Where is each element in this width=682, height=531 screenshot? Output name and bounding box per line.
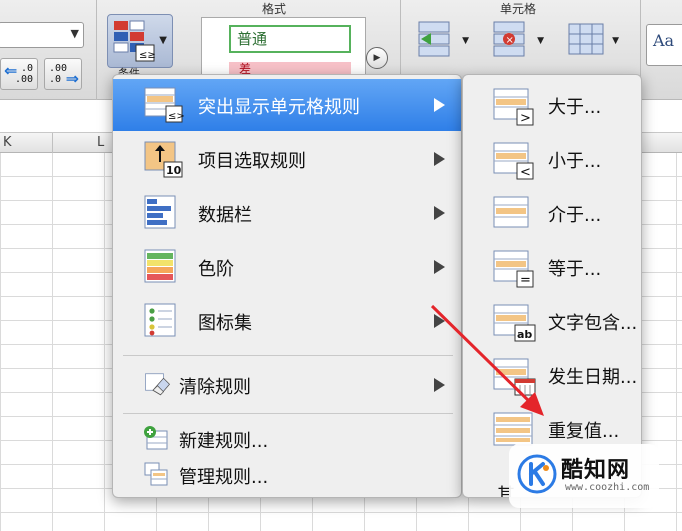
chevron-down-icon: ▼ xyxy=(537,36,544,46)
decimal-top: .0 xyxy=(20,63,33,74)
equal-to-icon: = xyxy=(493,250,534,288)
style-normal[interactable]: 普通 xyxy=(229,25,351,53)
watermark: 酷知网 www.coozhi.com xyxy=(509,444,659,508)
column-header-l[interactable]: L xyxy=(97,135,104,150)
submenu-item-between[interactable]: 介于... xyxy=(463,187,641,239)
submenu-item-label: 发生日期... xyxy=(548,367,638,388)
menu-item-label: 色阶 xyxy=(198,259,234,280)
menu-item-label: 项目选取规则 xyxy=(198,151,306,172)
highlight-cells-submenu: > 大于... < 小于... 介于... = 等于... ab 文字包含...… xyxy=(462,74,642,498)
text-contains-icon: ab xyxy=(493,304,536,342)
submenu-item-date-occurring[interactable]: 发生日期... xyxy=(463,349,641,401)
svg-text:≤≥: ≤≥ xyxy=(139,50,156,61)
menu-item-new-rule[interactable]: 新建规则... xyxy=(113,419,461,457)
between-icon xyxy=(493,196,529,228)
submenu-item-label: 小于... xyxy=(548,151,602,172)
insert-cells-icon xyxy=(418,21,450,57)
menu-item-icon-sets[interactable]: 图标集 xyxy=(113,295,461,347)
delete-cells-icon: × xyxy=(493,21,525,57)
icon-sets-icon xyxy=(144,303,176,337)
submenu-symbol: > xyxy=(520,111,531,126)
menu-item-highlight-cells-rules[interactable]: ≤> 突出显示单元格规则 xyxy=(113,79,461,131)
submenu-item-equal-to[interactable]: = 等于... xyxy=(463,241,641,293)
arrow-right-icon: ⇒ xyxy=(65,69,79,88)
format-cells-icon xyxy=(568,23,604,55)
menu-item-label: 图标集 xyxy=(198,313,252,334)
submenu-item-label: 重复值... xyxy=(548,421,620,442)
themes-button[interactable]: Aa xyxy=(646,24,682,66)
submenu-item-label: 大于... xyxy=(548,97,602,118)
menu-item-clear-rules[interactable]: 清除规则 xyxy=(113,359,461,411)
date-occurring-icon xyxy=(493,358,536,396)
top-ten-badge: 10 xyxy=(166,164,182,177)
conditional-formatting-button[interactable]: ≤≥ ▼ xyxy=(107,14,173,68)
cells-group-title: 单元格 xyxy=(500,2,537,16)
menu-item-label: 数据栏 xyxy=(198,205,252,226)
menu-item-label: 清除规则 xyxy=(179,377,251,398)
coozhi-logo-icon xyxy=(517,454,557,494)
submenu-symbol: < xyxy=(520,165,531,180)
submenu-arrow-icon xyxy=(434,152,445,166)
submenu-item-greater-than[interactable]: > 大于... xyxy=(463,79,641,131)
menu-item-data-bars[interactable]: 数据栏 xyxy=(113,187,461,239)
conditional-formatting-icon: ≤≥ xyxy=(113,20,156,62)
conditional-formatting-menu: ≤> 突出显示单元格规则 10 项目选取规则 数据栏 色阶 图标集 清除规则 新… xyxy=(112,74,462,498)
data-bars-icon xyxy=(144,195,176,229)
format-group-title: 格式 xyxy=(262,2,287,16)
chevron-down-icon: ▼ xyxy=(159,35,167,46)
menu-item-manage-rules[interactable]: 管理规则... xyxy=(113,455,461,493)
svg-text:≤>: ≤> xyxy=(168,111,184,122)
chevron-down-icon: ▼ xyxy=(70,27,79,40)
submenu-arrow-icon xyxy=(434,98,445,112)
menu-item-label: 突出显示单元格规则 xyxy=(198,97,360,118)
menu-item-label: 新建规则... xyxy=(179,431,269,452)
decimal-bottom: .00 xyxy=(14,74,33,85)
decimal-bottom: .0 xyxy=(49,74,62,85)
menu-separator xyxy=(123,355,453,356)
insert-cells-button[interactable]: ▼ xyxy=(415,20,469,64)
menu-item-label: 管理规则... xyxy=(179,467,269,488)
less-than-icon: < xyxy=(493,142,534,180)
format-cells-button[interactable]: ▼ xyxy=(565,20,619,64)
color-scales-icon xyxy=(144,249,176,283)
highlight-cells-icon: ≤> xyxy=(144,87,184,123)
eraser-icon xyxy=(145,373,171,396)
decimal-top: .00 xyxy=(49,63,68,74)
submenu-symbol: = xyxy=(520,273,531,288)
menu-item-color-scales[interactable]: 色阶 xyxy=(113,241,461,293)
group-separator xyxy=(96,0,97,100)
column-header-k[interactable]: K xyxy=(3,135,12,150)
submenu-item-label: 文字包含... xyxy=(548,313,638,334)
chevron-down-icon: ▼ xyxy=(462,36,469,46)
submenu-item-label: 介于... xyxy=(548,205,602,226)
watermark-url: www.coozhi.com xyxy=(565,482,650,493)
top-bottom-icon: 10 xyxy=(144,141,183,178)
manage-rules-icon xyxy=(144,462,168,486)
increase-decimal-button[interactable]: ⇐ .0.00 xyxy=(0,58,38,90)
delete-cells-button[interactable]: × ▼ xyxy=(490,20,544,64)
number-format-dropdown[interactable]: ▼ xyxy=(0,22,84,48)
decrease-decimal-button[interactable]: .00.0 ⇒ xyxy=(44,58,82,90)
submenu-arrow-icon xyxy=(434,314,445,328)
submenu-item-text-contains[interactable]: ab 文字包含... xyxy=(463,295,641,347)
submenu-item-label: 等于... xyxy=(548,259,602,280)
chevron-down-icon: ▼ xyxy=(612,36,619,46)
new-rule-icon xyxy=(144,426,168,450)
submenu-arrow-icon xyxy=(434,378,445,392)
submenu-arrow-icon xyxy=(434,260,445,274)
menu-separator xyxy=(123,413,453,414)
submenu-item-less-than[interactable]: < 小于... xyxy=(463,133,641,185)
menu-item-top-bottom-rules[interactable]: 10 项目选取规则 xyxy=(113,133,461,185)
greater-than-icon: > xyxy=(493,88,534,126)
watermark-name: 酷知网 xyxy=(561,458,631,483)
svg-text:×: × xyxy=(506,35,514,46)
gallery-next-icon[interactable]: ▶ xyxy=(366,47,388,69)
submenu-arrow-icon xyxy=(434,206,445,220)
submenu-symbol: ab xyxy=(517,328,532,341)
